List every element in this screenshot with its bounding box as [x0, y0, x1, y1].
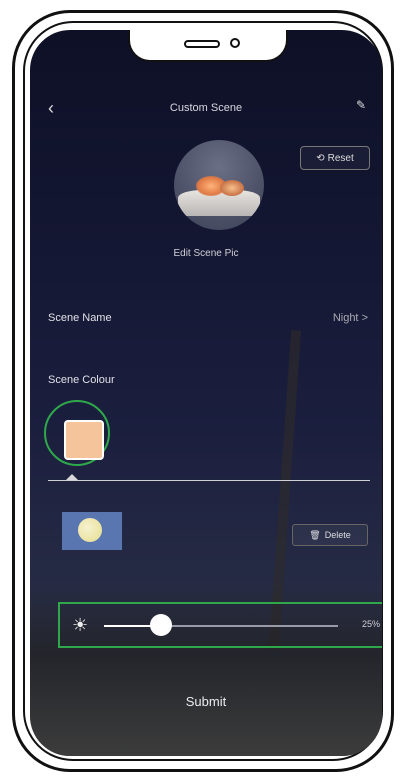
- edit-button[interactable]: ✎: [356, 98, 366, 112]
- scene-preview-tile[interactable]: [62, 512, 122, 550]
- trash-icon: 🗑: [309, 529, 321, 540]
- divider: [48, 480, 370, 481]
- scene-picture[interactable]: [174, 140, 264, 230]
- sun-icon: ☀: [72, 615, 89, 635]
- brightness-slider-track[interactable]: [104, 625, 338, 627]
- brightness-control: ☀ 25%: [58, 602, 382, 648]
- camera-icon: [230, 38, 240, 48]
- scene-name-value[interactable]: Night >: [333, 312, 368, 324]
- colour-swatch[interactable]: [64, 420, 104, 460]
- brightness-slider-thumb[interactable]: [149, 614, 172, 636]
- page-title: Custom Scene: [169, 102, 243, 114]
- scene-picture-glow: [220, 180, 244, 196]
- speaker-icon: [184, 40, 220, 48]
- phone-notch: [128, 30, 288, 62]
- reset-label: Reset: [327, 152, 354, 164]
- submit-button[interactable]: Submit: [30, 694, 382, 709]
- moon-icon: [78, 518, 102, 542]
- delete-label: Delete: [324, 530, 351, 540]
- scene-name-text: Night: [332, 312, 359, 324]
- chevron-right-icon: >: [361, 312, 368, 324]
- colour-swatch-highlight: [44, 400, 110, 466]
- scene-name-label: Scene Name: [48, 312, 112, 324]
- refresh-icon: ⟲: [316, 152, 325, 164]
- reset-button[interactable]: ⟲ Reset: [300, 146, 370, 170]
- pencil-icon: ✎: [355, 98, 366, 112]
- app-screen: ‹ Custom Scene ✎ ⟲ Reset Edit Scene Pic …: [30, 30, 382, 756]
- edit-scene-pic-link[interactable]: Edit Scene Pic: [30, 248, 382, 259]
- delete-button[interactable]: 🗑 Delete: [292, 524, 368, 546]
- brightness-percent: 25%: [361, 619, 380, 629]
- scene-colour-label: Scene Colour: [48, 374, 115, 386]
